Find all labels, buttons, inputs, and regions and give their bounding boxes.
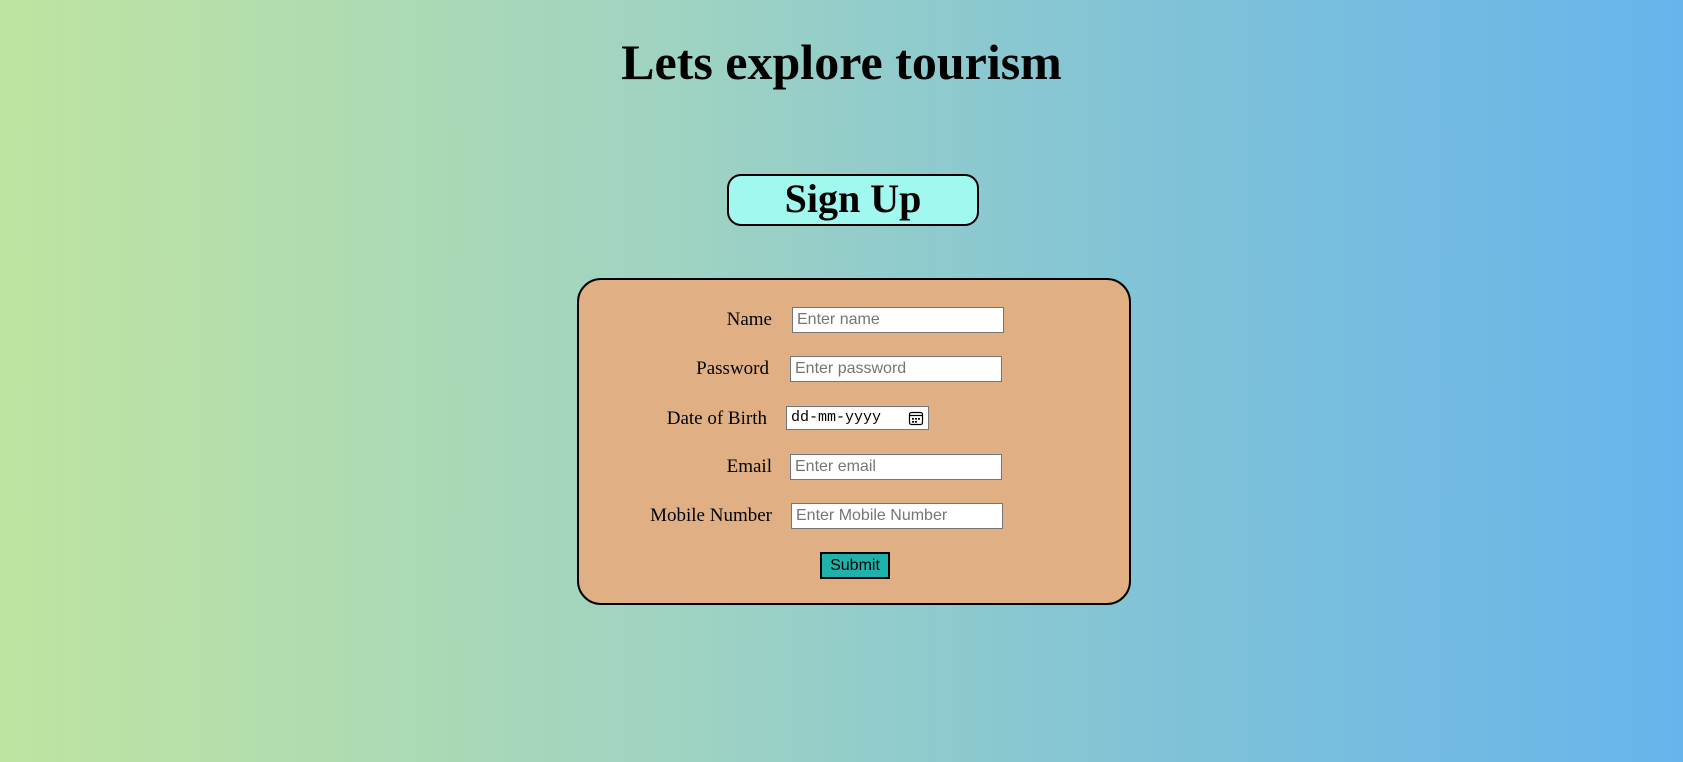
submit-button[interactable]: Submit xyxy=(820,552,890,579)
dob-label: Date of Birth xyxy=(666,408,767,429)
signup-form: Name Password Date of Birth dd-mm-yyyy xyxy=(577,278,1131,605)
password-input[interactable] xyxy=(790,356,1002,382)
name-input[interactable] xyxy=(792,307,1004,333)
page-title: Lets explore tourism xyxy=(621,34,1062,90)
email-input[interactable] xyxy=(790,454,1002,480)
email-label: Email xyxy=(726,456,772,477)
email-row: Email xyxy=(579,454,1133,480)
dob-row: Date of Birth dd-mm-yyyy xyxy=(579,406,1133,432)
signup-heading: Sign Up xyxy=(727,174,979,226)
mobile-label: Mobile Number xyxy=(650,505,772,526)
mobile-row: Mobile Number xyxy=(579,503,1133,529)
mobile-input[interactable] xyxy=(791,503,1003,529)
password-row: Password xyxy=(579,356,1133,382)
name-row: Name xyxy=(579,307,1133,333)
dob-display: dd-mm-yyyy xyxy=(791,409,882,426)
dob-input[interactable]: dd-mm-yyyy xyxy=(786,406,929,430)
password-label: Password xyxy=(696,358,769,379)
calendar-icon[interactable] xyxy=(908,410,924,426)
name-label: Name xyxy=(726,309,772,330)
